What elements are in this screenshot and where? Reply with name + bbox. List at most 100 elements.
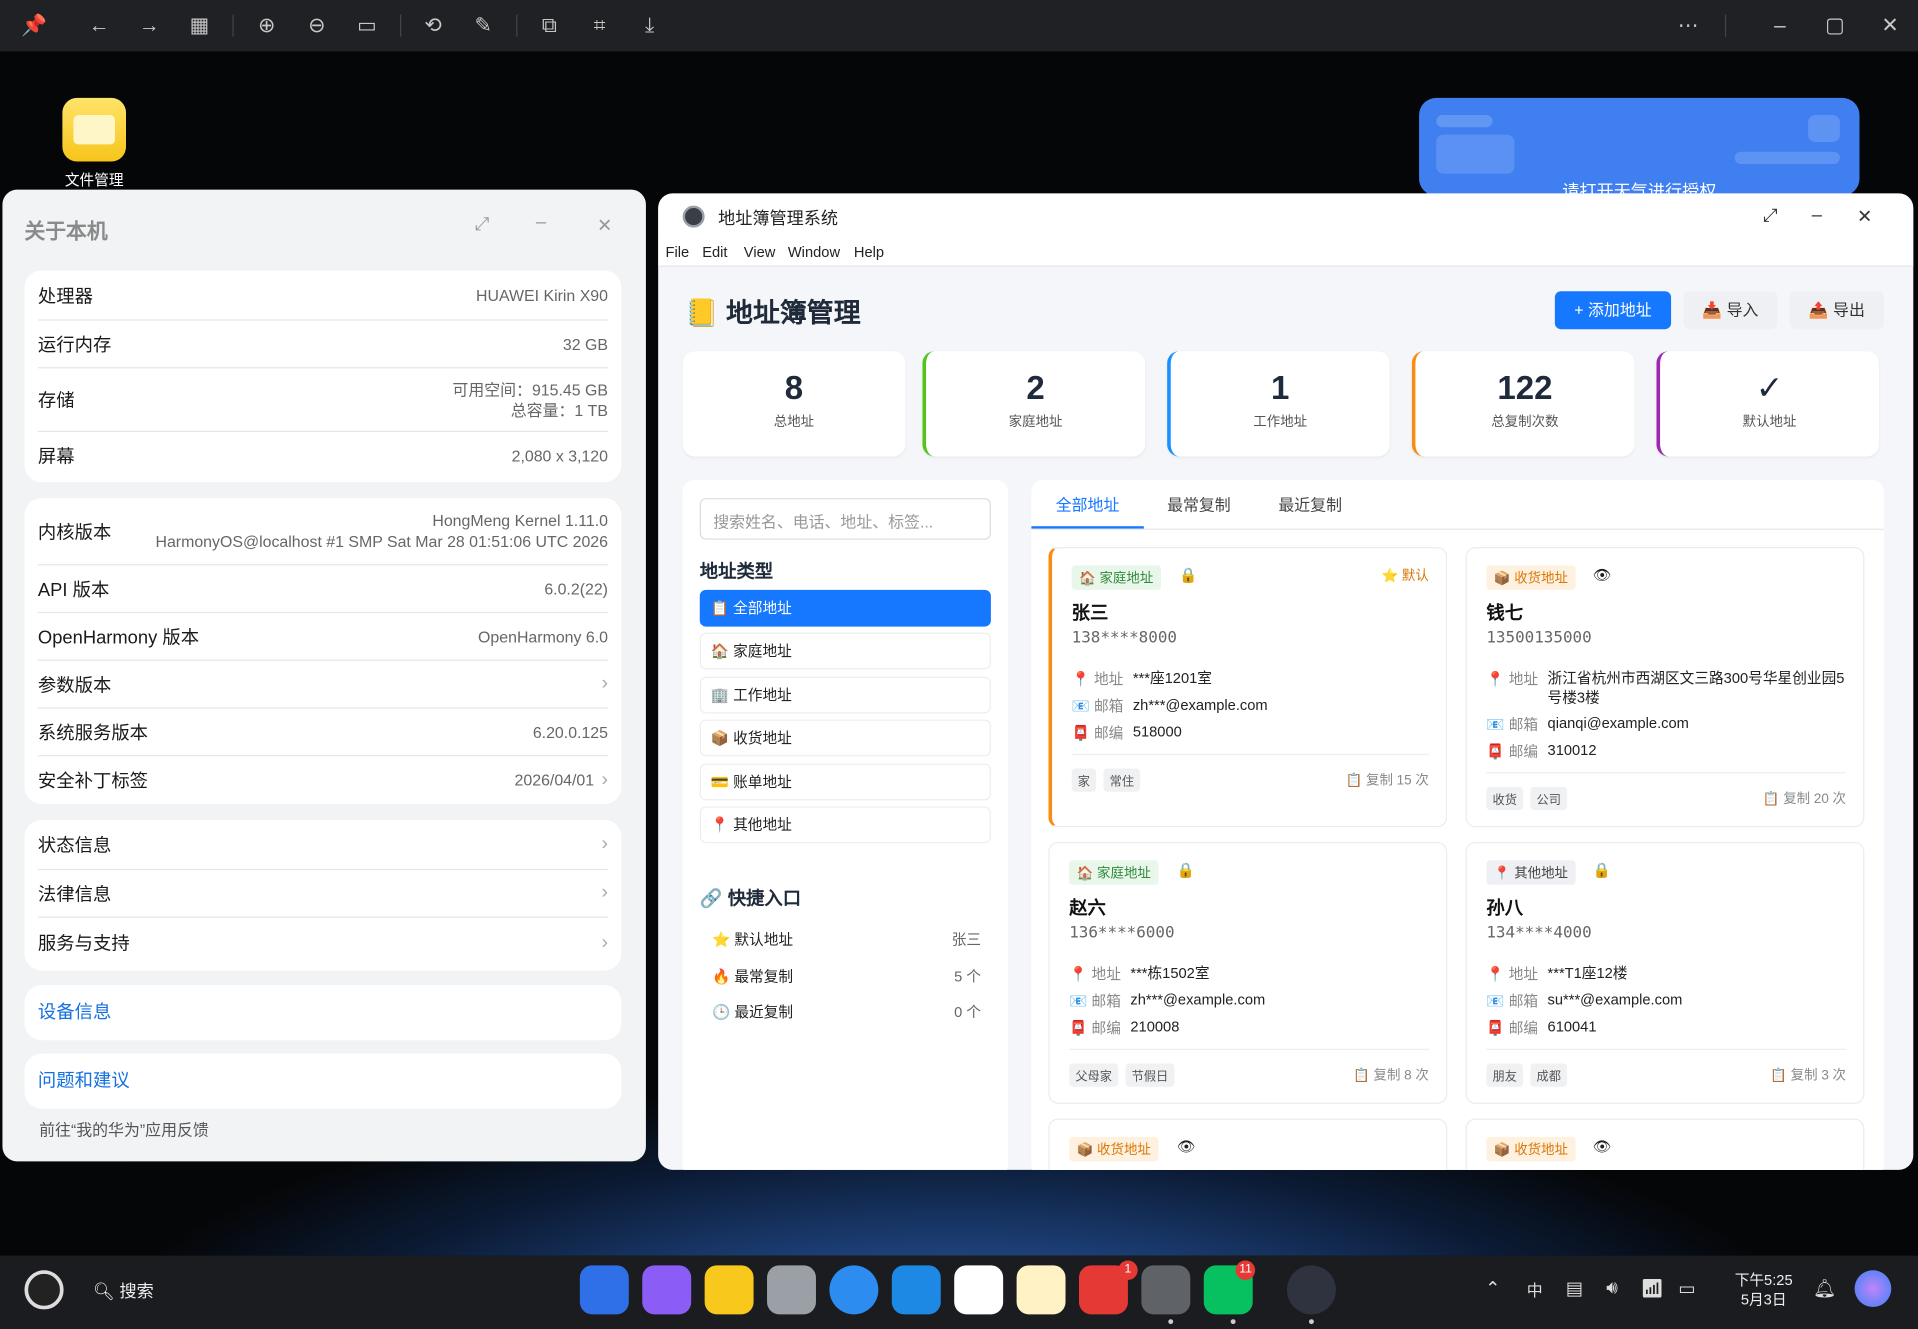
multitask-icon[interactable] — [642, 1265, 692, 1315]
zoom-out-icon[interactable]: ⊖ — [302, 11, 331, 40]
minimize-icon[interactable]: – — [1812, 204, 1822, 225]
type-filter-shipping[interactable]: 📦 收货地址 — [699, 719, 991, 757]
eye-icon[interactable]: 👁 — [1177, 1138, 1196, 1155]
taskbar-search[interactable]: 🔍︎ 搜索 — [93, 1279, 154, 1303]
recycle-bin-icon[interactable] — [767, 1265, 816, 1315]
eye-icon[interactable]: 👁 — [1593, 1138, 1612, 1155]
expand-icon[interactable]: ⤢ — [475, 214, 490, 235]
mail-icon[interactable] — [891, 1265, 941, 1315]
pin-icon[interactable]: 📌 — [20, 11, 49, 40]
info-row-security-patch[interactable]: 安全补丁标签 2026/04/01 › — [38, 756, 608, 804]
email-label: 📧 邮箱 — [1486, 992, 1539, 1010]
tag: 常住 — [1103, 768, 1141, 792]
feedback-link-card[interactable]: 问题和建议 — [24, 1053, 622, 1109]
menu-help[interactable]: Help — [854, 244, 884, 261]
menu-row-legal[interactable]: 法律信息 › — [37, 870, 609, 918]
lock-icon[interactable]: 🔒 — [1177, 862, 1195, 879]
back-icon[interactable]: ← — [84, 11, 113, 40]
input-method-indicator[interactable]: 中 — [1527, 1278, 1543, 1301]
address-card[interactable]: 🏠 家庭地址 🔒 ⭐ 默认 张三 138****8000 📍 地址 ***座120… — [1048, 547, 1448, 828]
taskbar-search-label: 搜索 — [119, 1281, 154, 1301]
quick-link-default[interactable]: ⭐ 默认地址 张三 — [712, 929, 981, 950]
start-button[interactable] — [24, 1270, 64, 1310]
quick-link-recent[interactable]: 🕒 最近复制 0 个 — [712, 1001, 981, 1022]
file-manager-icon[interactable] — [704, 1265, 754, 1315]
eye-icon[interactable]: 👁 — [1593, 567, 1612, 584]
battery-icon[interactable]: ▭ — [1678, 1278, 1695, 1300]
quick-link-most-copied[interactable]: 🔥 最常复制 5 个 — [712, 966, 981, 987]
actual-size-icon[interactable]: ▭ — [352, 11, 381, 40]
type-badge: 📍 其他地址 — [1486, 860, 1576, 885]
address-book-app-icon[interactable] — [1286, 1265, 1336, 1315]
maximize-icon[interactable]: ▢ — [1820, 11, 1849, 40]
address-card[interactable]: 📦 收货地址 👁 钱七 13500135000 📍 地址 浙江省杭州市西湖区文三路… — [1465, 547, 1865, 828]
weather-widget[interactable]: 请打开天气进行授权 — [1419, 97, 1860, 196]
lock-icon[interactable]: 🔒 — [1179, 567, 1197, 584]
notes-icon[interactable] — [1016, 1265, 1066, 1315]
minimize-icon[interactable]: – — [536, 212, 546, 233]
info-row: 处理器 HUAWEI Kirin X90 — [37, 270, 609, 321]
address-card[interactable]: 🏠 家庭地址 🔒 赵六 136****6000 📍 地址 ***栋1502室 📧 … — [1048, 841, 1448, 1104]
import-button[interactable]: 📥 导入 — [1683, 291, 1778, 330]
tab-recent[interactable]: 最近复制 — [1278, 492, 1342, 529]
close-icon[interactable]: ✕ — [597, 214, 612, 236]
running-indicator — [1168, 1319, 1174, 1325]
clock[interactable]: 下午5:25 5月3日 — [1735, 1270, 1793, 1309]
address-card[interactable]: 📦 收货地址 👁 — [1465, 1118, 1865, 1170]
clipboard-icon[interactable]: ▤ — [1566, 1278, 1583, 1300]
address-card[interactable]: 📦 收货地址 👁 — [1048, 1118, 1448, 1170]
menu-file[interactable]: File — [665, 244, 689, 261]
rotate-icon[interactable]: ⟲ — [418, 11, 447, 40]
minimize-icon[interactable]: – — [1765, 11, 1794, 40]
zip-value: 518000 — [1132, 723, 1182, 741]
desktop-icon-file-manager[interactable]: 文件管理 — [54, 97, 135, 190]
wifi-icon[interactable]: 📶︎ — [1640, 1278, 1663, 1300]
menu-view[interactable]: View — [744, 244, 776, 261]
tab-all-addresses[interactable]: 全部地址 — [1031, 492, 1144, 529]
menu-row-support[interactable]: 服务与支持 › — [38, 918, 608, 968]
tab-most-copied[interactable]: 最常复制 — [1167, 492, 1231, 529]
close-icon[interactable]: ✕ — [1857, 206, 1872, 228]
volume-icon[interactable]: 🔊︎ — [1606, 1278, 1618, 1299]
menu-row-status[interactable]: 状态信息 › — [37, 820, 609, 871]
settings-icon[interactable] — [1141, 1265, 1191, 1315]
type-filter-home[interactable]: 🏠 家庭地址 — [699, 632, 991, 670]
edit-icon[interactable]: ✎ — [469, 11, 498, 40]
info-row-params[interactable]: 参数版本 › — [37, 661, 609, 709]
zoom-in-icon[interactable]: ⊕ — [252, 11, 281, 40]
scan-icon[interactable]: ⌗ — [585, 11, 614, 40]
type-filter-other[interactable]: 📍 其他地址 — [699, 806, 991, 844]
close-icon[interactable]: ✕ — [1875, 11, 1904, 40]
info-key: 参数版本 — [37, 674, 112, 696]
address-card[interactable]: 📍 其他地址 🔒 孙八 134****4000 📍 地址 ***T1座12楼 📧 … — [1465, 841, 1865, 1104]
device-info-link-card[interactable]: 设备信息 — [24, 985, 622, 1041]
menu-window[interactable]: Window — [788, 244, 840, 261]
expand-icon[interactable]: ⤢ — [1763, 206, 1778, 227]
feedback-link[interactable]: 问题和建议 — [38, 1071, 130, 1092]
add-address-button[interactable]: + 添加地址 — [1554, 291, 1672, 330]
notification-bell-icon[interactable]: 🔔︎ — [1813, 1278, 1836, 1300]
assistant-icon[interactable] — [1854, 1270, 1892, 1307]
chevron-up-icon[interactable]: ⌃ — [1485, 1278, 1500, 1300]
lock-icon[interactable]: 🔒 — [1593, 862, 1611, 879]
export-button[interactable]: 📤 导出 — [1789, 291, 1884, 330]
date-text: 5月3日 — [1740, 1291, 1787, 1309]
info-key: 服务与支持 — [37, 933, 130, 955]
info-row: OpenHarmony 版本 OpenHarmony 6.0 — [37, 613, 609, 661]
device-info-link[interactable]: 设备信息 — [38, 1002, 111, 1023]
gallery-icon[interactable] — [954, 1265, 1004, 1315]
app-launcher-icon[interactable] — [579, 1265, 629, 1315]
translate-icon[interactable]: ⧉ — [535, 11, 564, 40]
type-filter-billing[interactable]: 💳 账单地址 — [699, 763, 991, 801]
forward-icon[interactable]: → — [135, 11, 164, 40]
type-filter-work[interactable]: 🏢 工作地址 — [699, 676, 991, 714]
zip-field: 📮 邮编 518000 — [1072, 722, 1439, 743]
more-icon[interactable]: ⋯ — [1674, 11, 1703, 40]
grid-icon[interactable]: ▦ — [185, 11, 214, 40]
save-icon[interactable]: ⤓ — [635, 11, 664, 40]
menu-edit[interactable]: Edit — [702, 244, 727, 261]
type-filter-all[interactable]: 📋 全部地址 — [699, 589, 991, 627]
browser-icon[interactable] — [829, 1265, 879, 1315]
stat-label: 工作地址 — [1253, 414, 1308, 430]
search-input[interactable]: 搜索姓名、电话、地址、标签... — [699, 498, 991, 540]
